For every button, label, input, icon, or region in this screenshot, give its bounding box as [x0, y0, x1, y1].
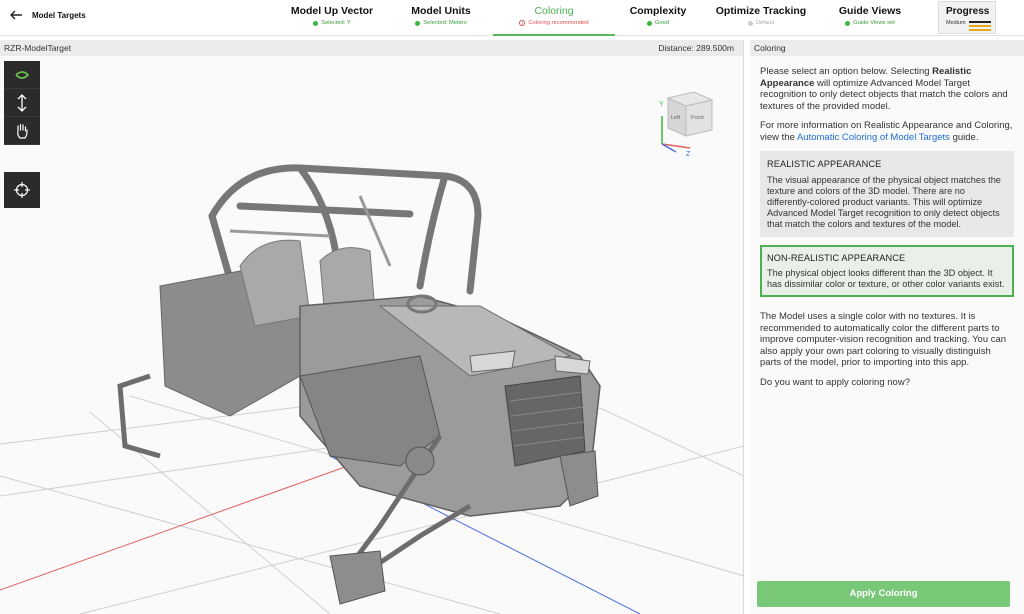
status-dot-icon: [845, 20, 851, 26]
step-model-up-vector[interactable]: Model Up Vector Selected: Y: [284, 0, 380, 36]
intro-part: Please select an option below. Selecting: [760, 66, 933, 77]
coloring-question: Do you want to apply coloring now?: [760, 376, 910, 388]
step-status: ! Coloring recommended: [493, 20, 615, 26]
step-status: Default: [713, 20, 809, 26]
cube-y-label: Y: [659, 101, 664, 108]
orbit-tool[interactable]: [4, 61, 40, 89]
arrow-left-icon: [10, 10, 22, 20]
option-description: The visual appearance of the physical ob…: [767, 174, 1001, 229]
scene-canvas[interactable]: Y Z Left Front: [0, 56, 744, 614]
model-name: RZR-ModelTarget: [4, 43, 72, 53]
pan-tool[interactable]: [4, 117, 40, 145]
warning-icon: !: [519, 20, 526, 26]
back-button[interactable]: Model Targets: [8, 4, 86, 26]
step-model-units[interactable]: Model Units Selected: Meters: [393, 0, 489, 36]
step-title: Coloring: [534, 5, 574, 17]
progress-title: Progress: [946, 6, 990, 17]
step-guide-views[interactable]: Guide Views Guide Views set: [832, 0, 908, 36]
status-dot-icon: [415, 20, 421, 26]
info-text: For more information on Realistic Appear…: [760, 120, 1014, 143]
step-title: Complexity: [629, 5, 687, 17]
back-label: Model Targets: [32, 10, 86, 20]
progress-bars-icon: [969, 21, 991, 33]
distance-readout: Distance: 289.500m: [658, 43, 734, 53]
status-dot-icon: [646, 20, 652, 26]
option-non-realistic-appearance[interactable]: NON-REALISTIC APPEARANCE The physical ob…: [760, 244, 1014, 297]
apply-coloring-button[interactable]: Apply Coloring: [757, 581, 1010, 607]
vertical-arrows-icon: [17, 93, 27, 112]
step-complexity[interactable]: Complexity Good: [620, 0, 696, 36]
step-title: Optimize Tracking: [715, 5, 807, 17]
step-status: Good: [620, 20, 696, 26]
option-title: NON-REALISTIC APPEARANCE: [767, 252, 906, 263]
step-status-text: Selected: Y: [321, 20, 351, 26]
step-status: Guide Views set: [832, 20, 908, 26]
option-description: The physical object looks different than…: [767, 268, 1005, 289]
vehicle-model: [117, 164, 601, 605]
coloring-guide-link[interactable]: Automatic Coloring of Model Targets: [797, 132, 950, 143]
coloring-note: The Model uses a single color with no te…: [760, 311, 1007, 368]
step-title: Model Up Vector: [290, 5, 374, 17]
status-dot-icon: [747, 20, 753, 26]
target-tool[interactable]: [4, 172, 40, 208]
status-dot-icon: [313, 20, 319, 26]
top-bar: Model Targets Model Up Vector Selected: …: [0, 0, 1024, 36]
intro-text: Please select an option below. Selecting…: [760, 66, 1014, 112]
progress-indicator[interactable]: Progress Medium: [938, 1, 996, 34]
cube-front-label: Front: [691, 115, 704, 121]
3d-viewport[interactable]: RZR-ModelTarget Distance: 289.500m Y Z L…: [0, 40, 744, 614]
panel-title: Coloring: [750, 40, 1024, 56]
coloring-panel: Coloring Please select an option below. …: [750, 40, 1024, 614]
rotate-icon: [15, 70, 30, 79]
step-title: Guide Views: [838, 5, 902, 17]
step-status-text: Coloring recommended: [528, 20, 589, 26]
info-part: guide.: [949, 131, 979, 143]
step-coloring[interactable]: Coloring ! Coloring recommended: [493, 0, 615, 36]
step-status-text: Selected: Meters: [423, 20, 467, 26]
step-status: Selected: Y: [284, 20, 380, 26]
step-title: Model Units: [411, 5, 471, 17]
step-status-text: Good: [654, 20, 670, 26]
step-status-text: Guide Views set: [853, 20, 895, 26]
option-title: REALISTIC APPEARANCE: [767, 159, 882, 169]
cube-z-label: Z: [686, 151, 691, 158]
orientation-cube[interactable]: Y Z Left Front: [659, 91, 714, 158]
zoom-tool[interactable]: [4, 89, 40, 117]
viewport-toolbar: [4, 61, 40, 145]
hand-icon: [17, 123, 28, 139]
crosshair-icon: [14, 182, 30, 198]
panel-body: Please select an option below. Selecting…: [750, 56, 1024, 388]
viewport-bar: RZR-ModelTarget Distance: 289.500m: [0, 40, 743, 56]
step-status: Selected: Meters: [393, 20, 489, 26]
step-optimize-tracking[interactable]: Optimize Tracking Default: [713, 0, 809, 36]
cube-left-label: Left: [671, 115, 681, 121]
step-status-text: Default: [755, 20, 775, 26]
option-realistic-appearance[interactable]: REALISTIC APPEARANCE The visual appearan…: [760, 151, 1014, 237]
